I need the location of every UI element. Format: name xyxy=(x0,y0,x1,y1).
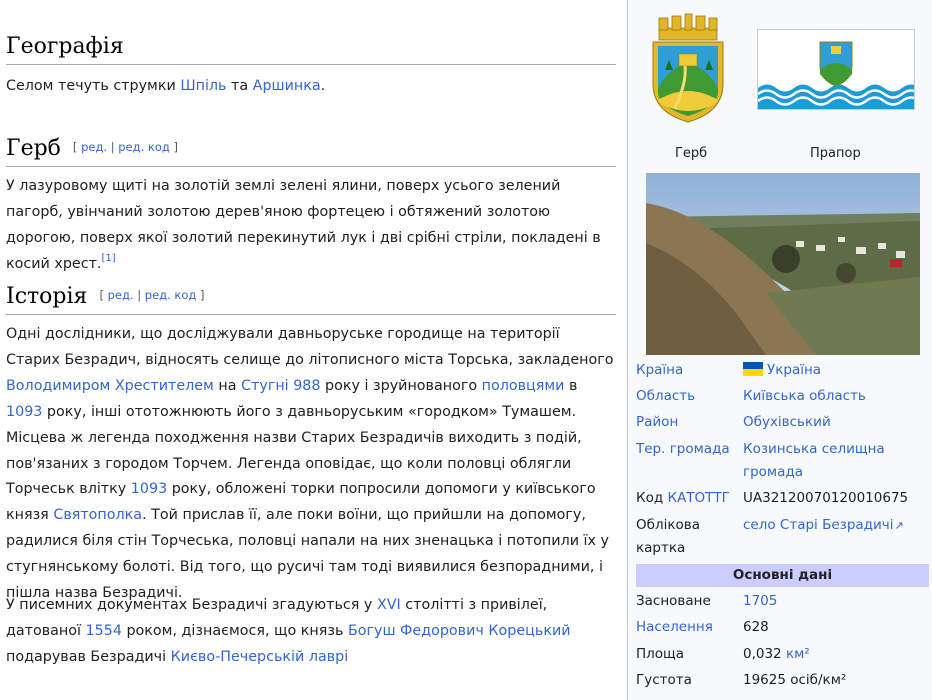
katottg-code: UA32120070120010675 xyxy=(743,490,909,506)
link-xvi[interactable]: XVI xyxy=(377,597,401,613)
label-density: Густота xyxy=(636,672,692,688)
link-kozyn-hromada[interactable]: Козинська селищна громада xyxy=(743,438,928,484)
label-area: Площа xyxy=(636,646,685,662)
link-obukhiv-raion[interactable]: Обухівський xyxy=(743,411,928,434)
reference-link[interactable]: [1] xyxy=(101,253,115,264)
infobox-row-record-card: Облікова картка село Старі Безрадичі xyxy=(636,514,926,562)
link-record-card[interactable]: село Старі Безрадичі xyxy=(743,514,928,537)
link-sviatopolk[interactable]: Святополка xyxy=(53,507,142,523)
link-pechersk-lavra[interactable]: Києво-Печерській лаврі xyxy=(171,649,349,665)
ukraine-flag-icon xyxy=(743,362,763,376)
coat-of-arms-image[interactable] xyxy=(645,12,731,124)
label-population[interactable]: Населення xyxy=(636,616,741,639)
paragraph-geography: Селом течуть струмки Шпіль та Аршинка. xyxy=(6,78,326,94)
edit-code-link-herb[interactable]: ред. код xyxy=(118,140,170,154)
link-stugna[interactable]: Стугні xyxy=(241,378,289,394)
heading-geography: Географія xyxy=(6,32,616,65)
link-year-1093[interactable]: 1093 xyxy=(6,404,42,420)
link-kyiv-oblast[interactable]: Київська область xyxy=(743,385,928,408)
flag-icon xyxy=(757,30,921,109)
edit-link-history[interactable]: ред. xyxy=(108,288,134,302)
link-km2[interactable]: км² xyxy=(786,646,810,662)
density-value: 19625 осіб/км² xyxy=(743,672,847,688)
edit-link-herb[interactable]: ред. xyxy=(81,140,107,154)
heading-history: Історія[ ред. | ред. код ] xyxy=(6,280,616,315)
heading-herb: Герб[ ред. | ред. код ] xyxy=(6,132,616,167)
edit-links-history: [ ред. | ред. код ] xyxy=(99,288,205,302)
label-hromada[interactable]: Тер. громада xyxy=(636,438,741,461)
link-arshynka[interactable]: Аршинка xyxy=(253,78,321,94)
paragraph-herb: У лазуровому щиті на золотій землі зелен… xyxy=(6,178,601,272)
link-shpil[interactable]: Шпіль xyxy=(180,78,226,94)
link-year-1705[interactable]: 1705 xyxy=(743,590,928,613)
area-value: 0,032 xyxy=(743,646,782,662)
link-volodymyr[interactable]: Володимиром Хрестителем xyxy=(6,378,214,394)
flag-caption: Прапор xyxy=(810,146,861,161)
label-country[interactable]: Країна xyxy=(636,359,741,382)
label-record-card: Облікова картка xyxy=(636,517,700,556)
paragraph-history-2: У писемних документах Безрадичі згадують… xyxy=(6,597,571,665)
coat-of-arms-caption: Герб xyxy=(675,146,708,161)
population-value: 628 xyxy=(743,619,769,635)
village-photo[interactable] xyxy=(646,173,920,355)
link-year-1093-b[interactable]: 1093 xyxy=(131,481,167,497)
paragraph-history-1: Одні дослідники, що досліджували давньор… xyxy=(6,326,614,602)
label-founded: Засноване xyxy=(636,593,711,609)
edit-links-herb: [ ред. | ред. код ] xyxy=(72,140,178,154)
flag-image[interactable] xyxy=(757,29,921,110)
landscape-photo-icon xyxy=(646,173,920,355)
label-oblast[interactable]: Область xyxy=(636,385,741,408)
link-ukraine[interactable]: Україна xyxy=(767,362,821,378)
edit-code-link-history[interactable]: ред. код xyxy=(145,288,197,302)
link-year-988[interactable]: 988 xyxy=(293,378,320,394)
link-katottg[interactable]: КАТОТТГ xyxy=(667,490,729,506)
label-raion[interactable]: Район xyxy=(636,411,741,434)
link-polovtsi[interactable]: половцями xyxy=(482,378,565,394)
coat-of-arms-icon xyxy=(652,13,724,123)
link-bohush-koretsky[interactable]: Богуш Федорович Корецький xyxy=(348,623,571,639)
section-basic-data: Основні дані xyxy=(636,564,929,587)
link-year-1554[interactable]: 1554 xyxy=(86,623,122,639)
